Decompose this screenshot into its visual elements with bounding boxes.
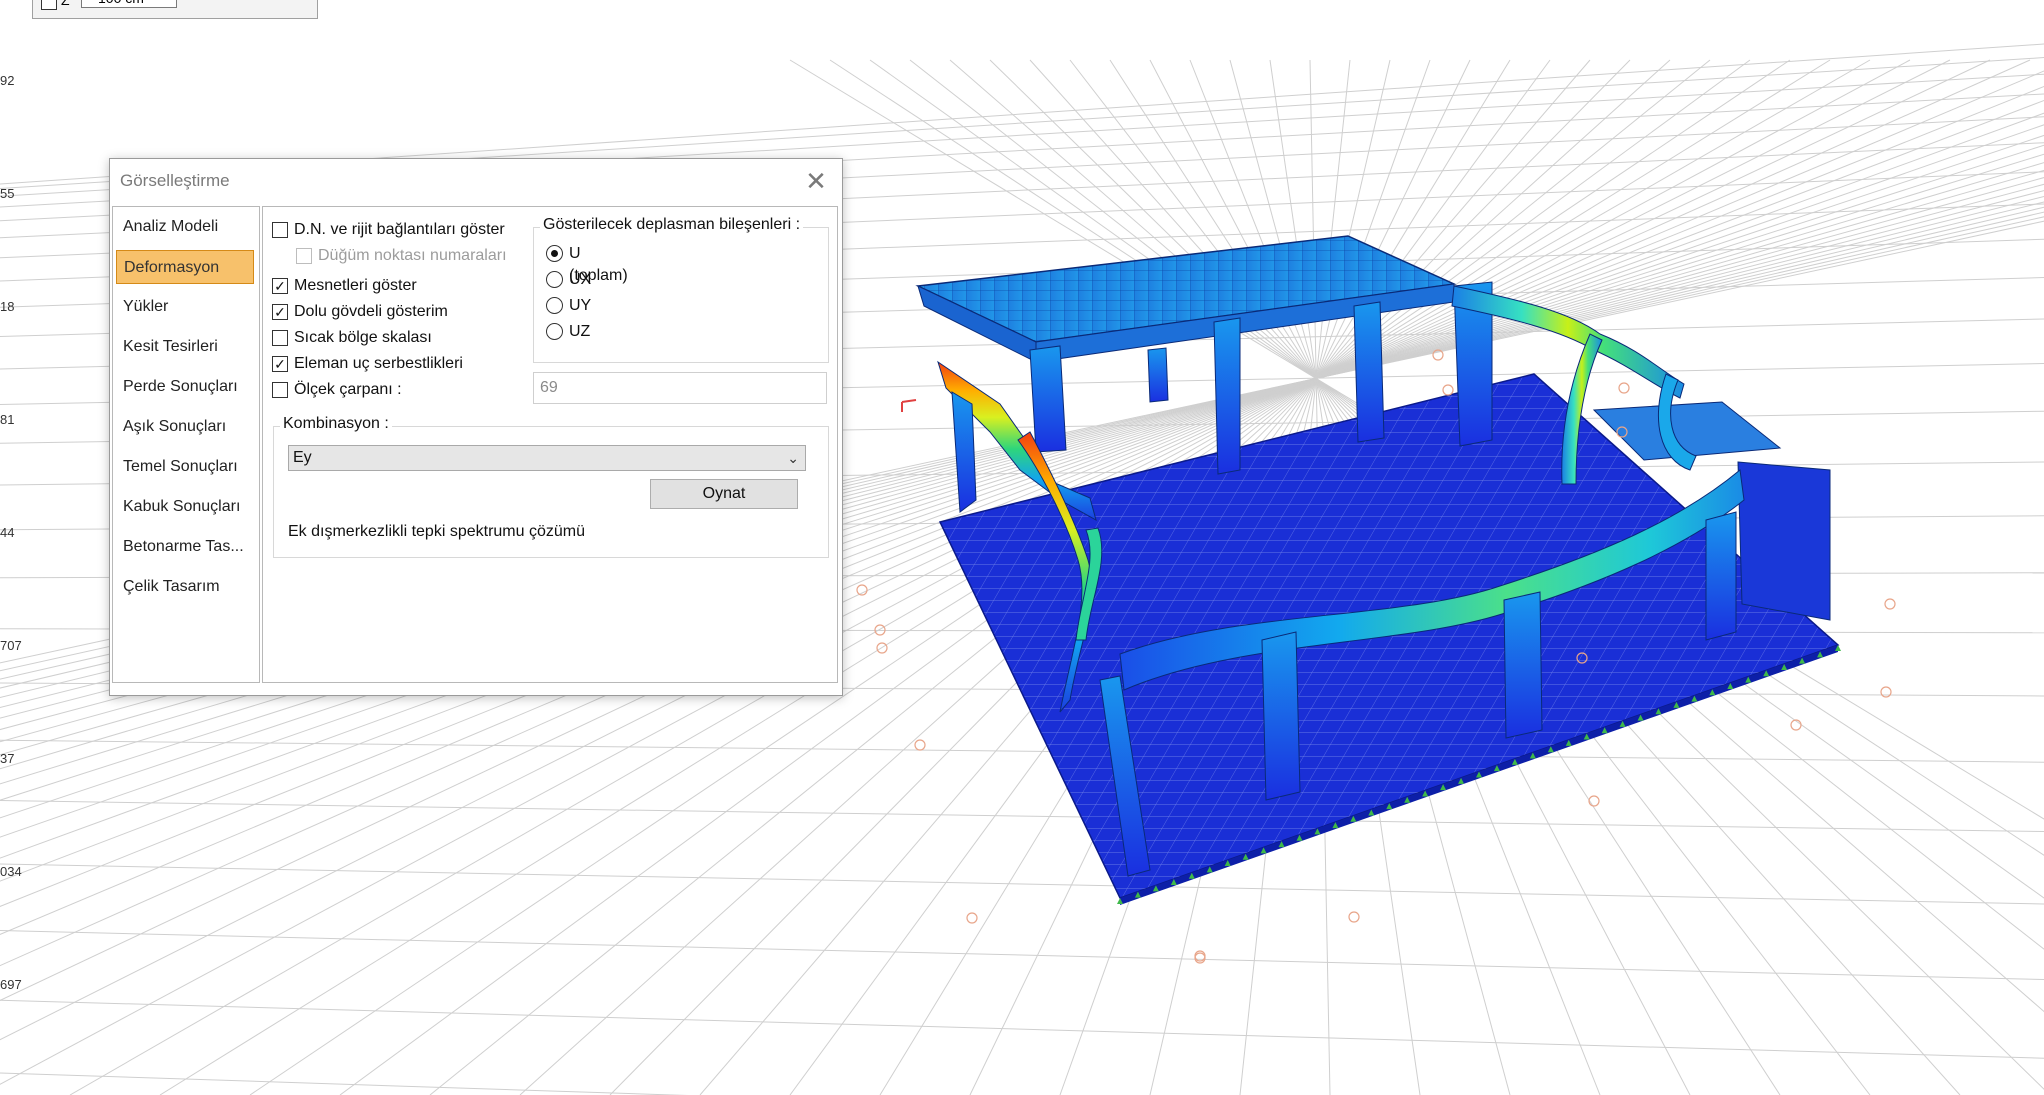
chevron-down-icon: ⌄ bbox=[787, 450, 799, 466]
displacement-components-group: Gösterilecek deplasman bileşenleri : U (… bbox=[533, 216, 829, 363]
deformation-settings-panel: D.N. ve rijit bağlantıları göster Düğüm … bbox=[262, 206, 838, 683]
axis-label-marker bbox=[1348, 911, 1360, 923]
ruler-label: 44 bbox=[0, 525, 15, 540]
shear-wall bbox=[1737, 461, 1831, 621]
checkbox bbox=[296, 248, 312, 264]
combination-group: Kombinasyon : Ey ⌄ Oynat Ek dışmerkezlik… bbox=[273, 415, 829, 558]
nav-item-steel-design[interactable]: Çelik Tasarım bbox=[116, 570, 254, 604]
radio-button[interactable] bbox=[546, 271, 563, 288]
axis-label-marker bbox=[914, 739, 926, 751]
nav-item-foundation-results[interactable]: Temel Sonuçları bbox=[116, 450, 254, 484]
column bbox=[1213, 317, 1241, 475]
group-title: Kombinasyon : bbox=[280, 415, 392, 433]
nav-item-loads[interactable]: Yükler bbox=[116, 290, 254, 324]
grid-line bbox=[0, 739, 2044, 763]
axis-label-marker bbox=[874, 624, 886, 636]
nav-item-wall-results[interactable]: Perde Sonuçları bbox=[116, 370, 254, 404]
combination-value: Ey bbox=[293, 449, 312, 466]
checkbox-checked[interactable]: ✓ bbox=[272, 356, 288, 372]
nav-item-section-forces[interactable]: Kesit Tesirleri bbox=[116, 330, 254, 364]
option-label: Mesnetleri göster bbox=[294, 277, 417, 294]
column bbox=[1705, 511, 1737, 641]
column bbox=[1029, 345, 1067, 453]
group-title: Gösterilecek deplasman bileşenleri : bbox=[540, 216, 804, 234]
visualization-nav: Analiz Modeli Deformasyon Yükler Kesit T… bbox=[112, 206, 260, 683]
top-axis-panel: Z 100 cm bbox=[32, 0, 318, 19]
checkbox-checked[interactable]: ✓ bbox=[272, 304, 288, 320]
axis-label-marker bbox=[1880, 686, 1892, 698]
option-label: Sıcak bölge skalası bbox=[294, 329, 432, 346]
grid-line bbox=[0, 1072, 688, 1095]
scale-factor-input[interactable]: 69 bbox=[533, 372, 827, 404]
ruler-label: 92 bbox=[0, 73, 15, 88]
axis-label-marker bbox=[1442, 384, 1454, 396]
close-icon: ✕ bbox=[805, 166, 827, 196]
play-button[interactable]: Oynat bbox=[650, 479, 798, 509]
option-label: Düğüm noktası numaraları bbox=[318, 247, 507, 264]
z-axis-checkbox[interactable] bbox=[41, 0, 57, 10]
close-button[interactable]: ✕ bbox=[800, 165, 832, 197]
nav-item-concrete-design[interactable]: Betonarme Tas... bbox=[116, 530, 254, 564]
checkbox[interactable] bbox=[272, 382, 288, 398]
option-label: Dolu gövdeli gösterim bbox=[294, 303, 448, 320]
ruler-label: 81 bbox=[0, 412, 15, 427]
grid-line bbox=[0, 863, 2044, 905]
radio-label: UZ bbox=[569, 323, 591, 340]
checkbox[interactable] bbox=[272, 222, 288, 238]
z-axis-label: Z bbox=[61, 0, 70, 8]
dialog-title: Görselleştirme bbox=[120, 171, 230, 190]
checkbox[interactable] bbox=[272, 330, 288, 346]
option-label: Eleman uç serbestlikleri bbox=[294, 355, 463, 372]
axis-label-marker bbox=[966, 912, 978, 924]
nav-item-analysis-model[interactable]: Analiz Modeli bbox=[116, 210, 254, 244]
column bbox=[1147, 347, 1169, 403]
visualization-dialog: Görselleştirme ✕ Analiz Modeli Deformasy… bbox=[109, 158, 843, 696]
grid-line bbox=[0, 930, 2044, 981]
nav-item-purlin-results[interactable]: Aşık Sonuçları bbox=[116, 410, 254, 444]
checkbox-checked[interactable]: ✓ bbox=[272, 278, 288, 294]
option-label: D.N. ve rijit bağlantıları göster bbox=[294, 221, 505, 238]
origin-marker bbox=[901, 399, 917, 412]
combination-description: Ek dışmerkezlikli tepki spektrumu çözümü bbox=[288, 523, 585, 540]
radio-label: UX bbox=[569, 271, 592, 288]
ruler-label: 697 bbox=[0, 977, 22, 992]
radio-button-selected[interactable] bbox=[546, 245, 563, 262]
option-label: Ölçek çarpanı : bbox=[294, 381, 402, 398]
axis-label-marker bbox=[1884, 598, 1896, 610]
ruler-label: 18 bbox=[0, 299, 15, 314]
radio-button[interactable] bbox=[546, 323, 563, 340]
ruler-label: 55 bbox=[0, 186, 15, 201]
column bbox=[1353, 301, 1385, 443]
column bbox=[1503, 591, 1543, 739]
column bbox=[1261, 631, 1301, 801]
z-offset-field[interactable]: 100 cm bbox=[81, 0, 177, 8]
nav-item-shell-results[interactable]: Kabuk Sonuçları bbox=[116, 490, 254, 524]
ruler-label: 707 bbox=[0, 638, 22, 653]
axis-label-marker bbox=[1618, 382, 1630, 394]
radio-label: UY bbox=[569, 297, 592, 314]
ruler-label: 034 bbox=[0, 864, 22, 879]
nav-item-deformation[interactable]: Deformasyon bbox=[116, 250, 254, 284]
combination-select[interactable]: Ey ⌄ bbox=[288, 445, 806, 471]
radio-button[interactable] bbox=[546, 297, 563, 314]
ruler-label: 37 bbox=[0, 751, 15, 766]
axis-label-marker bbox=[1588, 795, 1600, 807]
grid-line bbox=[0, 800, 2044, 833]
